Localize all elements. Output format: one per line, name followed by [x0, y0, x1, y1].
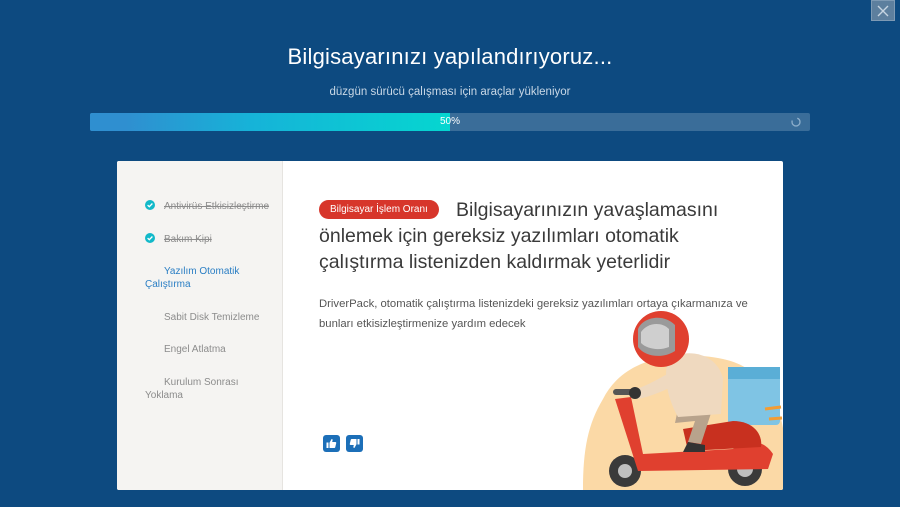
feedback-buttons — [323, 435, 363, 452]
check-icon — [145, 233, 155, 243]
article-content: Bilgisayar İşlem Oranı Bilgisayarınızın … — [283, 161, 783, 490]
page-title: Bilgisayarınızı yapılandırıyoruz... — [287, 44, 613, 69]
close-icon — [877, 5, 889, 16]
step-label: Yazılım Otomatik Çalıştırma — [145, 266, 240, 290]
dislike-button[interactable] — [346, 435, 363, 452]
progress-label: 50% — [439, 116, 460, 127]
article-headline: Bilgisayarınızın yavaşlamasını önlemek i… — [319, 199, 719, 273]
step-label: Sabit Disk Temizleme — [164, 312, 260, 323]
step-label: Bakım Kipi — [164, 234, 212, 245]
step-label: Kurulum Sonrası Yoklama — [145, 377, 239, 401]
thumbs-up-icon — [326, 439, 337, 448]
like-button[interactable] — [323, 435, 340, 452]
step-bypass: Engel Atlatma — [145, 343, 275, 356]
step-label: Antivirüs Etkisizleştirme — [164, 201, 270, 212]
steps-sidebar: Antivirüs Etkisizleştirme Bakım Kipi Yaz… — [117, 161, 283, 490]
step-label: Engel Atlatma — [164, 344, 226, 355]
step-autorun: Yazılım Otomatik Çalıştırma — [145, 265, 255, 291]
step-antivirus: Antivirüs Etkisizleştirme — [145, 200, 275, 213]
spinner-icon — [791, 117, 801, 127]
close-button[interactable] — [871, 0, 895, 21]
courier-scooter-illustration — [583, 311, 783, 490]
check-icon — [145, 200, 155, 210]
step-post-install-check: Kurulum Sonrası Yoklama — [145, 376, 250, 402]
step-maintenance: Bakım Kipi — [145, 233, 275, 246]
step-disk-cleanup: Sabit Disk Temizleme — [145, 311, 275, 324]
progress-bar: 50% — [90, 113, 810, 131]
thumbs-down-icon — [349, 439, 360, 448]
info-card: Antivirüs Etkisizleştirme Bakım Kipi Yaz… — [117, 161, 783, 490]
page-subtitle: düzgün sürücü çalışması için araçlar yük… — [329, 86, 571, 98]
